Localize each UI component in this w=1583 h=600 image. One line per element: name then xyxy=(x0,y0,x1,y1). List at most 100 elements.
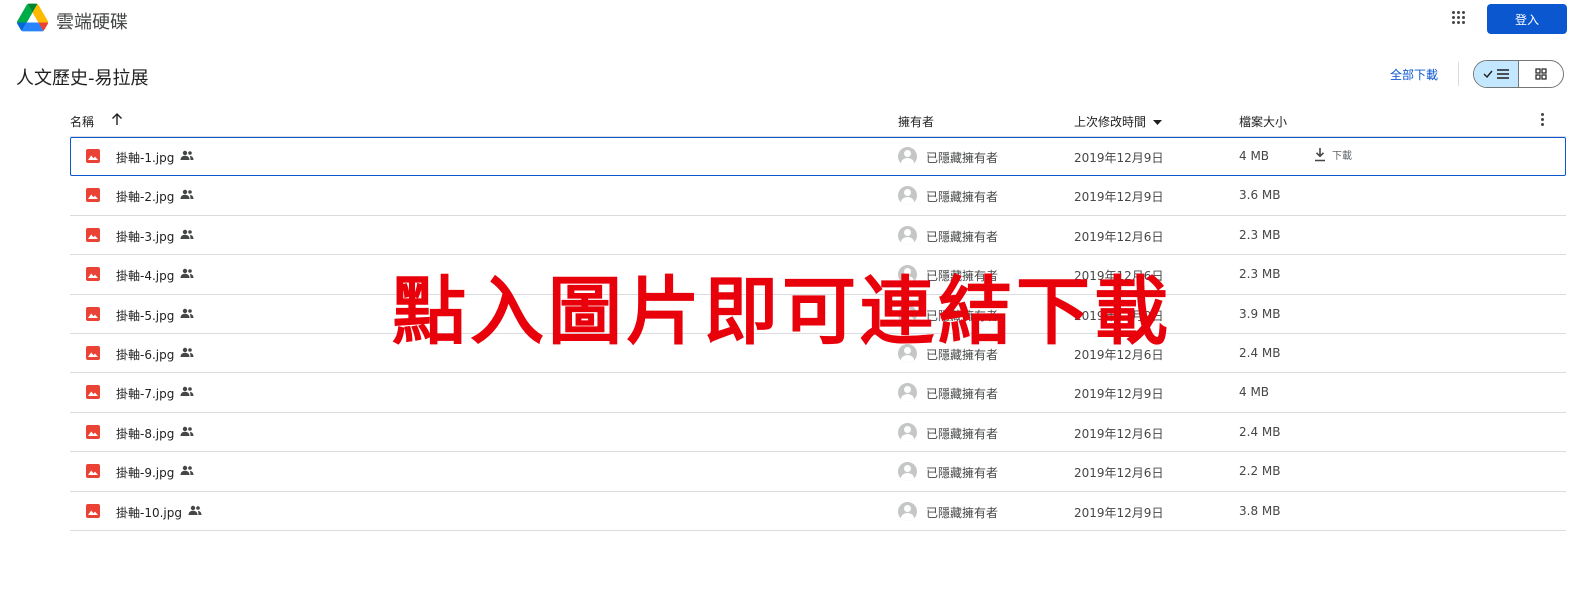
owner-name: 已隱藏擁有者 xyxy=(926,387,999,402)
owner-avatar xyxy=(898,343,917,363)
owner-avatar xyxy=(898,304,917,324)
column-header-size: 檔案大小 xyxy=(1239,115,1288,129)
shared-people-icon xyxy=(180,347,194,357)
shared-people-icon xyxy=(180,308,194,318)
shared-people-icon xyxy=(180,150,194,160)
image-file-icon xyxy=(86,464,100,479)
modified-date: 2019年12月9日 xyxy=(1074,190,1164,205)
grid-view-button[interactable] xyxy=(1519,61,1564,87)
owner-avatar xyxy=(898,422,917,442)
shared-people-icon xyxy=(180,229,194,239)
column-header-modified[interactable]: 上次修改時間 xyxy=(1074,113,1162,130)
owner-name: 已隱藏擁有者 xyxy=(926,190,999,205)
owner-name: 已隱藏擁有者 xyxy=(926,229,999,244)
divider xyxy=(1458,62,1459,86)
file-name[interactable]: 掛軸-10.jpg xyxy=(116,504,182,521)
file-row[interactable]: 掛軸-3.jpg 已隱藏擁有者 2019年12月6日 2.3 MB xyxy=(70,216,1566,256)
file-name[interactable]: 掛軸-6.jpg xyxy=(116,346,174,363)
more-options-icon[interactable] xyxy=(1541,113,1545,127)
file-name[interactable]: 掛軸-8.jpg xyxy=(116,425,174,442)
owner-avatar xyxy=(898,462,917,482)
modified-date: 2019年12月6日 xyxy=(1074,269,1164,284)
modified-date: 2019年12月6日 xyxy=(1074,466,1164,481)
file-list: 掛軸-1.jpg 已隱藏擁有者 2019年12月9日 4 MB 下載 掛軸-2.… xyxy=(70,137,1566,531)
shared-people-icon xyxy=(180,387,194,397)
check-icon xyxy=(1483,70,1493,78)
owner-name: 已隱藏擁有者 xyxy=(926,505,999,520)
image-file-icon xyxy=(86,424,100,439)
folder-title: 人文歷史-易拉展 xyxy=(16,68,149,89)
owner-name: 已隱藏擁有者 xyxy=(926,426,999,441)
modified-date: 2019年12月6日 xyxy=(1074,347,1164,362)
file-size: 2.2 MB xyxy=(1239,464,1281,479)
image-file-icon xyxy=(86,306,100,321)
grid-icon xyxy=(1535,68,1547,80)
owner-avatar xyxy=(898,186,917,206)
download-icon xyxy=(1315,147,1325,161)
image-file-icon xyxy=(86,345,100,360)
image-file-icon xyxy=(86,503,100,518)
owner-name: 已隱藏擁有者 xyxy=(926,151,999,165)
file-row[interactable]: 掛軸-10.jpg 已隱藏擁有者 2019年12月9日 3.8 MB xyxy=(70,492,1566,531)
file-size: 3.6 MB xyxy=(1239,188,1281,203)
image-file-icon xyxy=(86,267,100,282)
owner-avatar xyxy=(898,225,917,245)
owner-name: 已隱藏擁有者 xyxy=(926,466,999,481)
file-name[interactable]: 掛軸-7.jpg xyxy=(116,385,174,402)
file-size: 4 MB xyxy=(1239,149,1270,163)
top-bar: 雲端硬碟 登入 xyxy=(0,0,1583,40)
shared-people-icon xyxy=(180,268,194,279)
owner-name: 已隱藏擁有者 xyxy=(926,308,999,323)
row-download-label: 下載 xyxy=(1332,151,1352,162)
file-row[interactable]: 掛軸-4.jpg 已隱藏擁有者 2019年12月6日 2.3 MB xyxy=(70,255,1566,295)
apps-grid-icon[interactable] xyxy=(1452,11,1466,25)
file-size: 3.8 MB xyxy=(1239,503,1281,518)
file-row[interactable]: 掛軸-5.jpg 已隱藏擁有者 2019年12月9日 3.9 MB xyxy=(70,295,1566,334)
file-size: 4 MB xyxy=(1239,385,1270,400)
modified-date: 2019年12月9日 xyxy=(1074,387,1164,402)
modified-date: 2019年12月9日 xyxy=(1074,308,1164,323)
caret-down-icon xyxy=(1152,119,1162,125)
list-icon xyxy=(1496,69,1509,79)
file-row[interactable]: 掛軸-2.jpg 已隱藏擁有者 2019年12月9日 3.6 MB xyxy=(70,176,1566,216)
image-file-icon xyxy=(86,385,100,400)
owner-avatar xyxy=(898,265,917,285)
app-title[interactable]: 雲端硬碟 xyxy=(56,8,128,34)
file-name[interactable]: 掛軸-3.jpg xyxy=(116,228,174,245)
column-header-owner: 擁有者 xyxy=(898,115,935,129)
image-file-icon xyxy=(86,188,100,203)
file-row[interactable]: 掛軸-1.jpg 已隱藏擁有者 2019年12月9日 4 MB 下載 xyxy=(70,137,1566,177)
file-size: 2.4 MB xyxy=(1239,424,1281,439)
sort-ascending-icon[interactable] xyxy=(111,112,123,126)
image-file-icon xyxy=(86,227,100,242)
owner-name: 已隱藏擁有者 xyxy=(926,269,999,284)
sign-in-button[interactable]: 登入 xyxy=(1487,4,1567,34)
list-view-button[interactable] xyxy=(1474,61,1519,87)
file-row[interactable]: 掛軸-8.jpg 已隱藏擁有者 2019年12月6日 2.4 MB xyxy=(70,413,1566,453)
file-size: 2.3 MB xyxy=(1239,227,1281,242)
modified-date: 2019年12月9日 xyxy=(1074,505,1164,520)
file-name[interactable]: 掛軸-5.jpg xyxy=(116,307,174,324)
google-drive-logo-icon[interactable] xyxy=(17,3,48,32)
shared-people-icon xyxy=(180,426,194,436)
image-file-icon xyxy=(86,149,100,163)
row-download-button[interactable]: 下載 xyxy=(1314,147,1352,162)
file-size: 2.3 MB xyxy=(1239,267,1281,282)
download-all-link[interactable]: 全部下載 xyxy=(1390,66,1438,83)
file-row[interactable]: 掛軸-6.jpg 已隱藏擁有者 2019年12月6日 2.4 MB xyxy=(70,334,1566,374)
shared-people-icon xyxy=(180,465,194,476)
file-name[interactable]: 掛軸-2.jpg xyxy=(116,188,174,205)
column-header-name[interactable]: 名稱 xyxy=(70,113,94,130)
modified-date: 2019年12月6日 xyxy=(1074,426,1164,441)
owner-avatar xyxy=(898,383,917,403)
file-name[interactable]: 掛軸-4.jpg xyxy=(116,267,174,284)
file-row[interactable]: 掛軸-7.jpg 已隱藏擁有者 2019年12月9日 4 MB xyxy=(70,373,1566,413)
owner-avatar xyxy=(898,147,917,166)
file-size: 3.9 MB xyxy=(1239,306,1281,321)
shared-people-icon xyxy=(188,505,202,515)
file-row[interactable]: 掛軸-9.jpg 已隱藏擁有者 2019年12月6日 2.2 MB xyxy=(70,452,1566,492)
view-toggle xyxy=(1473,60,1564,88)
file-name[interactable]: 掛軸-9.jpg xyxy=(116,464,174,481)
shared-people-icon xyxy=(180,190,194,200)
file-name[interactable]: 掛軸-1.jpg xyxy=(116,149,174,166)
